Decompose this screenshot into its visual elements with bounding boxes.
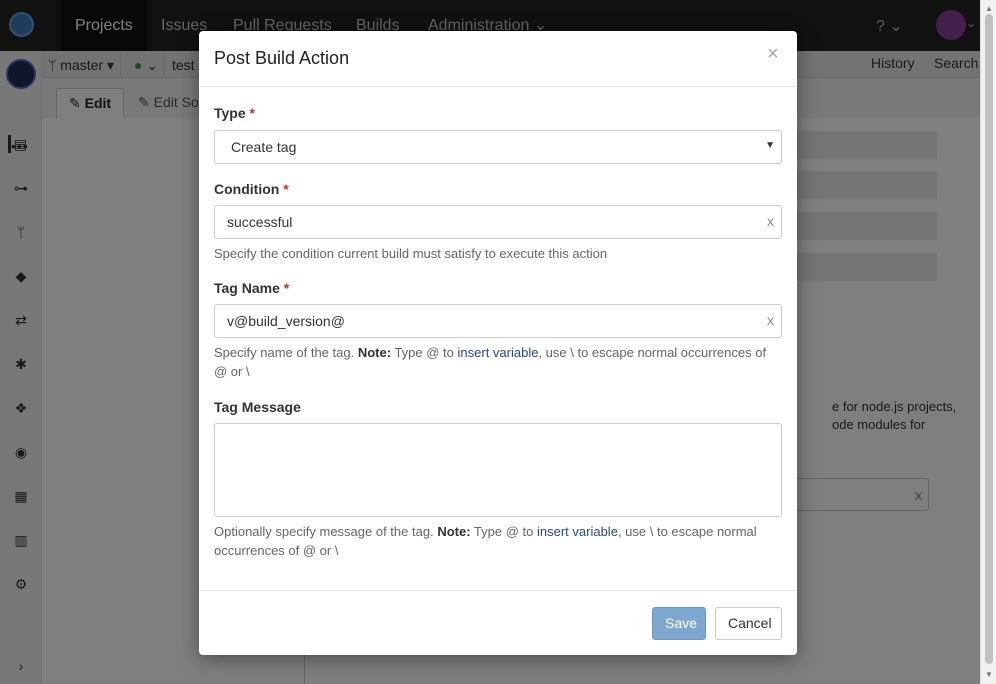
tag-name-label-text: Tag Name	[214, 280, 280, 296]
condition-value: successful	[227, 214, 293, 230]
tag-name-help: Specify name of the tag. Note: Type @ to…	[214, 343, 782, 381]
post-build-action-dialog: Post Build Action × Type * Create tag ▼ …	[199, 31, 797, 655]
modal-header: Post Build Action ×	[199, 31, 797, 87]
type-select[interactable]: Create tag ▼	[214, 130, 782, 164]
condition-label-text: Condition	[214, 181, 280, 197]
required-marker: *	[283, 280, 290, 296]
condition-label: Condition *	[214, 181, 289, 197]
clear-icon[interactable]: x	[767, 312, 774, 328]
insert-variable-link[interactable]: insert variable	[458, 345, 539, 360]
clear-icon[interactable]: x	[767, 213, 774, 229]
type-label: Type *	[214, 105, 255, 121]
required-marker: *	[249, 105, 255, 121]
tag-message-help: Optionally specify message of the tag. N…	[214, 522, 782, 560]
caret-down-icon: ▼	[765, 140, 775, 151]
scroll-up-icon[interactable]: ▲	[985, 4, 993, 13]
cancel-button[interactable]: Cancel	[715, 607, 782, 640]
help-mid: Type @ to	[394, 345, 454, 360]
scroll-down-icon[interactable]: ▼	[985, 670, 993, 679]
modal-title: Post Build Action	[214, 48, 350, 68]
help-mid: Type @ to	[473, 524, 534, 539]
help-note: Note:	[437, 524, 471, 539]
help-pre: Optionally specify message of the tag.	[214, 524, 434, 539]
condition-help: Specify the condition current build must…	[214, 246, 608, 261]
tag-name-value: v@build_version@	[227, 313, 345, 329]
close-icon[interactable]: ×	[767, 43, 779, 66]
modal-footer: Save Cancel	[199, 590, 797, 655]
save-button[interactable]: Save	[652, 607, 706, 640]
type-label-text: Type	[214, 105, 246, 121]
scrollbar-thumb[interactable]	[985, 14, 993, 664]
tag-name-label: Tag Name *	[214, 280, 289, 296]
help-pre: Specify name of the tag.	[214, 345, 355, 360]
tag-message-label: Tag Message	[214, 399, 301, 415]
help-note: Note:	[357, 345, 392, 360]
page-scrollbar[interactable]: ▲ ▼	[980, 0, 996, 684]
tag-message-textarea[interactable]	[214, 423, 782, 517]
insert-variable-link[interactable]: insert variable	[537, 524, 618, 539]
required-marker: *	[283, 181, 289, 197]
type-select-value: Create tag	[231, 139, 297, 155]
tag-name-input[interactable]: v@build_version@ x	[214, 304, 782, 338]
condition-input[interactable]: successful x	[214, 205, 782, 239]
